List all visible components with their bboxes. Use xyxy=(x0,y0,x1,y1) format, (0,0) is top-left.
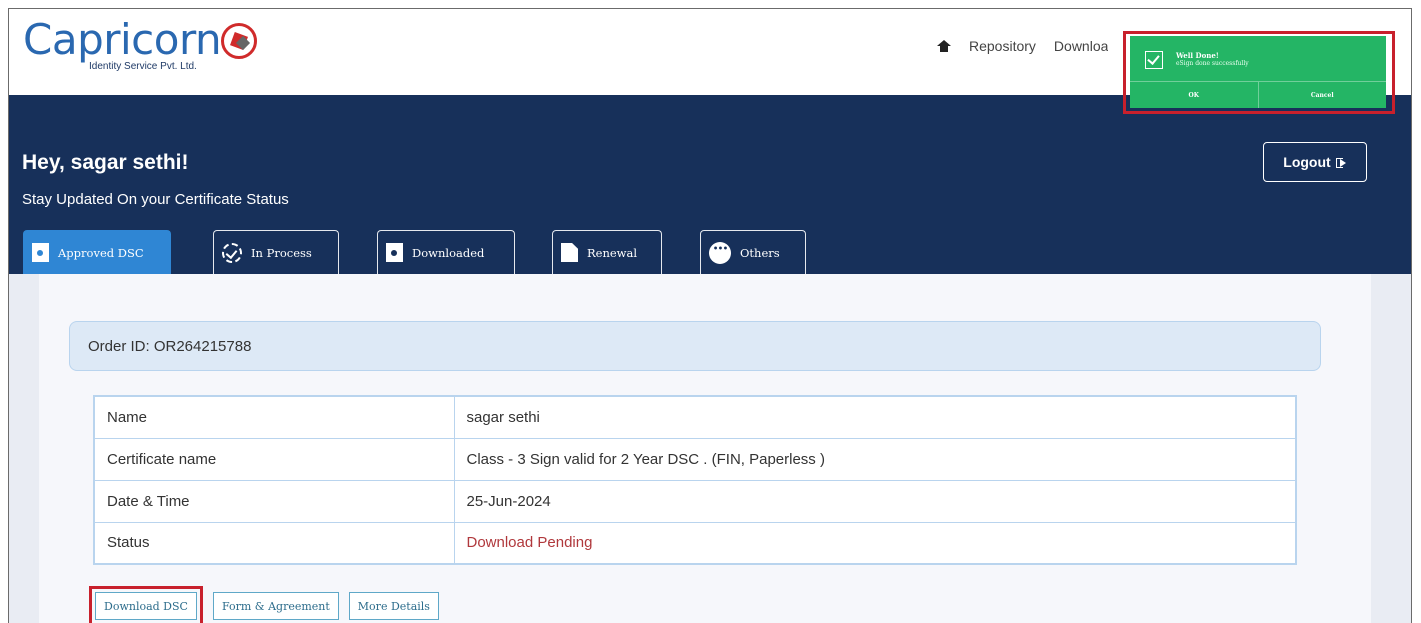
download-highlight: Download DSC xyxy=(89,586,203,623)
page-icon xyxy=(561,243,578,262)
home-icon[interactable] xyxy=(937,39,951,53)
detail-value: sagar sethi xyxy=(453,395,1297,439)
toast-ok-button[interactable]: OK xyxy=(1130,82,1258,108)
table-row: Date & Time 25-Jun-2024 xyxy=(93,479,1297,523)
tab-downloaded[interactable]: Downloaded xyxy=(377,230,515,274)
detail-value: 25-Jun-2024 xyxy=(453,479,1297,523)
more-dots-icon xyxy=(709,241,731,264)
logout-button[interactable]: Logout xyxy=(1263,142,1367,182)
tab-label: In Process xyxy=(251,245,312,260)
table-row: Certificate name Class - 3 Sign valid fo… xyxy=(93,437,1297,481)
toast-cancel-button[interactable]: Cancel xyxy=(1257,82,1387,108)
toast-actions: OK Cancel xyxy=(1130,81,1386,108)
detail-value: Class - 3 Sign valid for 2 Year DSC . (F… xyxy=(453,437,1297,481)
detail-key: Date & Time xyxy=(93,479,455,523)
tab-renewal[interactable]: Renewal xyxy=(552,230,662,274)
detail-key: Status xyxy=(93,521,455,565)
certificate-card: Order ID: OR264215788 Name sagar sethi C… xyxy=(39,274,1371,623)
sign-out-icon xyxy=(1335,157,1347,168)
status-value: Download Pending xyxy=(453,521,1297,565)
toast-title: Well Done! xyxy=(1176,51,1219,60)
document-icon xyxy=(386,243,403,262)
order-header: Order ID: OR264215788 xyxy=(69,321,1321,371)
toast-message: eSign done successfully xyxy=(1176,60,1249,67)
tab-label: Renewal xyxy=(587,245,638,260)
greeting-heading: Hey, sagar sethi! xyxy=(22,151,189,174)
tab-others[interactable]: Others xyxy=(700,230,806,274)
nav-downloads[interactable]: Downloads xyxy=(1054,38,1108,54)
tab-in-process[interactable]: In Process xyxy=(213,230,339,274)
detail-key: Name xyxy=(93,395,455,439)
main-content: Order ID: OR264215788 Name sagar sethi C… xyxy=(9,274,1411,623)
logout-label: Logout xyxy=(1283,154,1331,170)
clock-icon xyxy=(222,242,242,263)
tab-approved-dsc[interactable]: Approved DSC xyxy=(23,230,171,274)
certificate-details-table: Name sagar sethi Certificate name Class … xyxy=(93,395,1297,565)
nav-repository[interactable]: Repository xyxy=(969,38,1036,54)
detail-key: Certificate name xyxy=(93,437,455,481)
tab-label: Approved DSC xyxy=(58,245,144,260)
order-id: Order ID: OR264215788 xyxy=(88,338,252,355)
logo-text: Capricorn xyxy=(23,15,222,64)
more-details-button[interactable]: More Details xyxy=(348,592,439,620)
tab-label: Others xyxy=(740,245,780,260)
tab-label: Downloaded xyxy=(412,245,485,260)
success-toast: Well Done! eSign done successfully OK Ca… xyxy=(1130,36,1386,108)
document-icon xyxy=(32,243,49,262)
table-row: Status Download Pending xyxy=(93,521,1297,565)
download-dsc-button[interactable]: Download DSC xyxy=(95,592,197,620)
logo-tagline: Identity Service Pvt. Ltd. xyxy=(89,61,197,72)
action-buttons: Download DSC Form & Agreement More Detai… xyxy=(89,586,439,623)
top-nav: Repository Downloads xyxy=(937,38,1108,54)
logo-mark-icon xyxy=(221,23,257,59)
checkbox-check-icon xyxy=(1145,51,1163,69)
banner-subtitle: Stay Updated On your Certificate Status xyxy=(22,191,289,208)
table-row: Name sagar sethi xyxy=(93,395,1297,439)
form-agreement-button[interactable]: Form & Agreement xyxy=(212,592,339,620)
